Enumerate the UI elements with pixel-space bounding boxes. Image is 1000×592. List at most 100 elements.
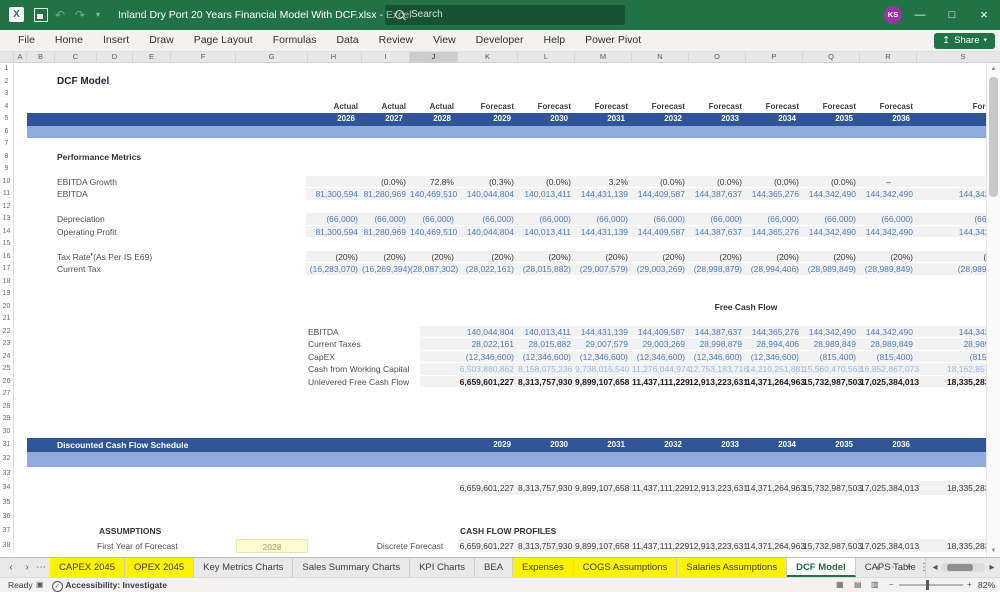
vertical-scroll-thumb[interactable] bbox=[989, 77, 998, 197]
hscroll-left-icon[interactable]: ◂ bbox=[930, 558, 940, 577]
close-button[interactable]: × bbox=[968, 0, 1000, 30]
sheet-tab-sales-summary-charts[interactable]: Sales Summary Charts bbox=[293, 558, 411, 577]
cell-S13[interactable]: (66,000) bbox=[917, 213, 986, 226]
normal-view-icon[interactable]: ▦ bbox=[836, 578, 844, 592]
row-header-19[interactable]: 19 bbox=[0, 288, 14, 301]
row-header-22[interactable]: 22 bbox=[0, 325, 14, 338]
ribbon-tab-data[interactable]: Data bbox=[326, 30, 368, 51]
cell-L31[interactable]: 2030 bbox=[518, 438, 575, 452]
row-header-20[interactable]: 20 bbox=[0, 300, 14, 313]
cell-R17[interactable]: (28,989,849) bbox=[860, 263, 917, 276]
row-header-3[interactable]: 3 bbox=[0, 88, 14, 101]
row-header-35[interactable]: 35 bbox=[0, 495, 14, 510]
cell-I14[interactable]: 81,280,969 bbox=[362, 226, 410, 239]
cell-C11[interactable]: EBITDA bbox=[55, 188, 97, 201]
tab-menu-icon[interactable]: ⋮ bbox=[918, 558, 930, 577]
cell-Q5[interactable]: 2035 bbox=[803, 113, 860, 126]
row-header-11[interactable]: 11 bbox=[0, 188, 14, 201]
cell-P31[interactable]: 2034 bbox=[746, 438, 803, 452]
sheet-tab-capex-2045[interactable]: CAPEX 2045 bbox=[50, 558, 125, 577]
cell-N38[interactable]: 11,437,111,229 bbox=[632, 539, 689, 553]
cell-S17[interactable]: (28,989,849) bbox=[917, 263, 986, 276]
cell-L13[interactable]: (66,000) bbox=[518, 213, 575, 226]
cell-M10[interactable]: 3.2% bbox=[575, 176, 632, 189]
cell-G38[interactable]: 2028 bbox=[236, 538, 308, 554]
ribbon-tab-home[interactable]: Home bbox=[45, 30, 93, 51]
horizontal-scroll-thumb[interactable] bbox=[947, 564, 973, 571]
cell-S24[interactable]: (815,400) bbox=[917, 351, 986, 364]
sheet-tab-kpi-charts[interactable]: KPI Charts bbox=[410, 558, 476, 577]
cell-L10[interactable]: (0.0%) bbox=[518, 176, 575, 189]
cell-N10[interactable]: (0.0%) bbox=[632, 176, 689, 189]
column-header-G[interactable]: G bbox=[236, 52, 308, 62]
cell-M24[interactable]: (12,346,600) bbox=[575, 351, 632, 364]
cell-M4[interactable]: Forecast bbox=[575, 101, 632, 114]
column-header-A[interactable]: A bbox=[14, 52, 27, 62]
cell-M13[interactable]: (66,000) bbox=[575, 213, 632, 226]
sheet-tab-prev-icon[interactable]: ‹ bbox=[4, 558, 18, 577]
row-header-38[interactable]: 38 bbox=[0, 538, 14, 554]
cell-L38[interactable]: 8,313,757,930 bbox=[518, 539, 575, 553]
cell-M22[interactable]: 144,431,139 bbox=[575, 326, 632, 339]
horizontal-scrollbar[interactable] bbox=[941, 563, 985, 572]
cell-O13[interactable]: (66,000) bbox=[689, 213, 746, 226]
cell-O22[interactable]: 144,387,637 bbox=[689, 326, 746, 339]
cell-S14[interactable]: 144,342,490 bbox=[917, 226, 986, 239]
column-header-M[interactable]: M bbox=[575, 52, 632, 62]
cell-K4[interactable]: Forecast bbox=[458, 101, 518, 114]
cell-R11[interactable]: 144,342,490 bbox=[860, 188, 917, 201]
cell-S23[interactable]: 28,989,849 bbox=[917, 338, 986, 351]
cell-I16[interactable]: (20%) bbox=[362, 251, 410, 264]
column-header-F[interactable]: F bbox=[171, 52, 236, 62]
row-header-12[interactable]: 12 bbox=[0, 200, 14, 213]
column-header-J[interactable]: J bbox=[410, 52, 458, 62]
cell-K13[interactable]: (66,000) bbox=[458, 213, 518, 226]
cell-C2[interactable]: DCF Model bbox=[55, 76, 109, 89]
cell-N16[interactable]: (20%) bbox=[632, 251, 689, 264]
row-header-27[interactable]: 27 bbox=[0, 388, 14, 401]
ribbon-tab-help[interactable]: Help bbox=[534, 30, 576, 51]
cell-L16[interactable]: (20%) bbox=[518, 251, 575, 264]
row-header-1[interactable]: 1 bbox=[0, 63, 14, 76]
cell-K34[interactable]: 6,659,601,227 bbox=[458, 481, 518, 495]
column-header-Q[interactable]: Q bbox=[803, 52, 860, 62]
row-header-31[interactable]: 31 bbox=[0, 438, 14, 453]
cell-J4[interactable]: Actual bbox=[410, 101, 458, 114]
ribbon-tab-view[interactable]: View bbox=[423, 30, 466, 51]
cell-O14[interactable]: 144,387,637 bbox=[689, 226, 746, 239]
cell-R34[interactable]: 17,025,384,013 bbox=[860, 481, 919, 495]
cell-K38[interactable]: 6,659,601,227 bbox=[458, 539, 518, 553]
cell-P34[interactable]: 14,371,264,963 bbox=[746, 481, 805, 495]
cell-J17[interactable]: (28,087,302) bbox=[410, 263, 458, 276]
cell-O17[interactable]: (28,998,879) bbox=[689, 263, 746, 276]
cell-N24[interactable]: (12,346,600) bbox=[632, 351, 689, 364]
cell-P24[interactable]: (12,346,600) bbox=[746, 351, 803, 364]
cell-M26[interactable]: 9,899,107,658 bbox=[575, 376, 632, 389]
cell-P26[interactable]: 14,371,264,963 bbox=[746, 376, 805, 389]
cell-L34[interactable]: 8,313,757,930 bbox=[518, 481, 575, 495]
cell-L14[interactable]: 140,013,411 bbox=[518, 226, 575, 239]
cell-Q17[interactable]: (28,989,849) bbox=[803, 263, 860, 276]
cell-N11[interactable]: 144,409,587 bbox=[632, 188, 689, 201]
cell-I5[interactable]: 2027 bbox=[362, 113, 410, 126]
qat-customize-icon[interactable]: ▾ bbox=[96, 0, 100, 30]
save-icon[interactable] bbox=[34, 8, 48, 22]
cell-M31[interactable]: 2031 bbox=[575, 438, 632, 452]
cell-O26[interactable]: 12,913,223,631 bbox=[689, 376, 748, 389]
row-header-5[interactable]: 5 bbox=[0, 113, 14, 126]
column-header-H[interactable]: H bbox=[306, 52, 362, 62]
column-header-S[interactable]: S bbox=[917, 52, 986, 62]
cell-Q16[interactable]: (20%) bbox=[803, 251, 860, 264]
cell-I10[interactable]: (0.0%) bbox=[362, 176, 410, 189]
cell-H22[interactable]: EBITDA bbox=[306, 326, 362, 339]
cell-N25[interactable]: 11,276,044,974 bbox=[632, 363, 690, 376]
cell-S25[interactable]: 18,162,857,073 bbox=[917, 363, 986, 376]
cell-O10[interactable]: (0.0%) bbox=[689, 176, 746, 189]
cell-R5[interactable]: 2036 bbox=[860, 113, 917, 126]
cell-O-P20[interactable]: Free Cash Flow bbox=[689, 301, 803, 314]
sheet-tab-bea[interactable]: BEA bbox=[475, 558, 514, 577]
row-header-7[interactable]: 7 bbox=[0, 138, 14, 151]
select-all-corner[interactable] bbox=[0, 52, 14, 62]
zoom-slider[interactable] bbox=[899, 580, 963, 590]
row-header-4[interactable]: 4 bbox=[0, 100, 14, 113]
